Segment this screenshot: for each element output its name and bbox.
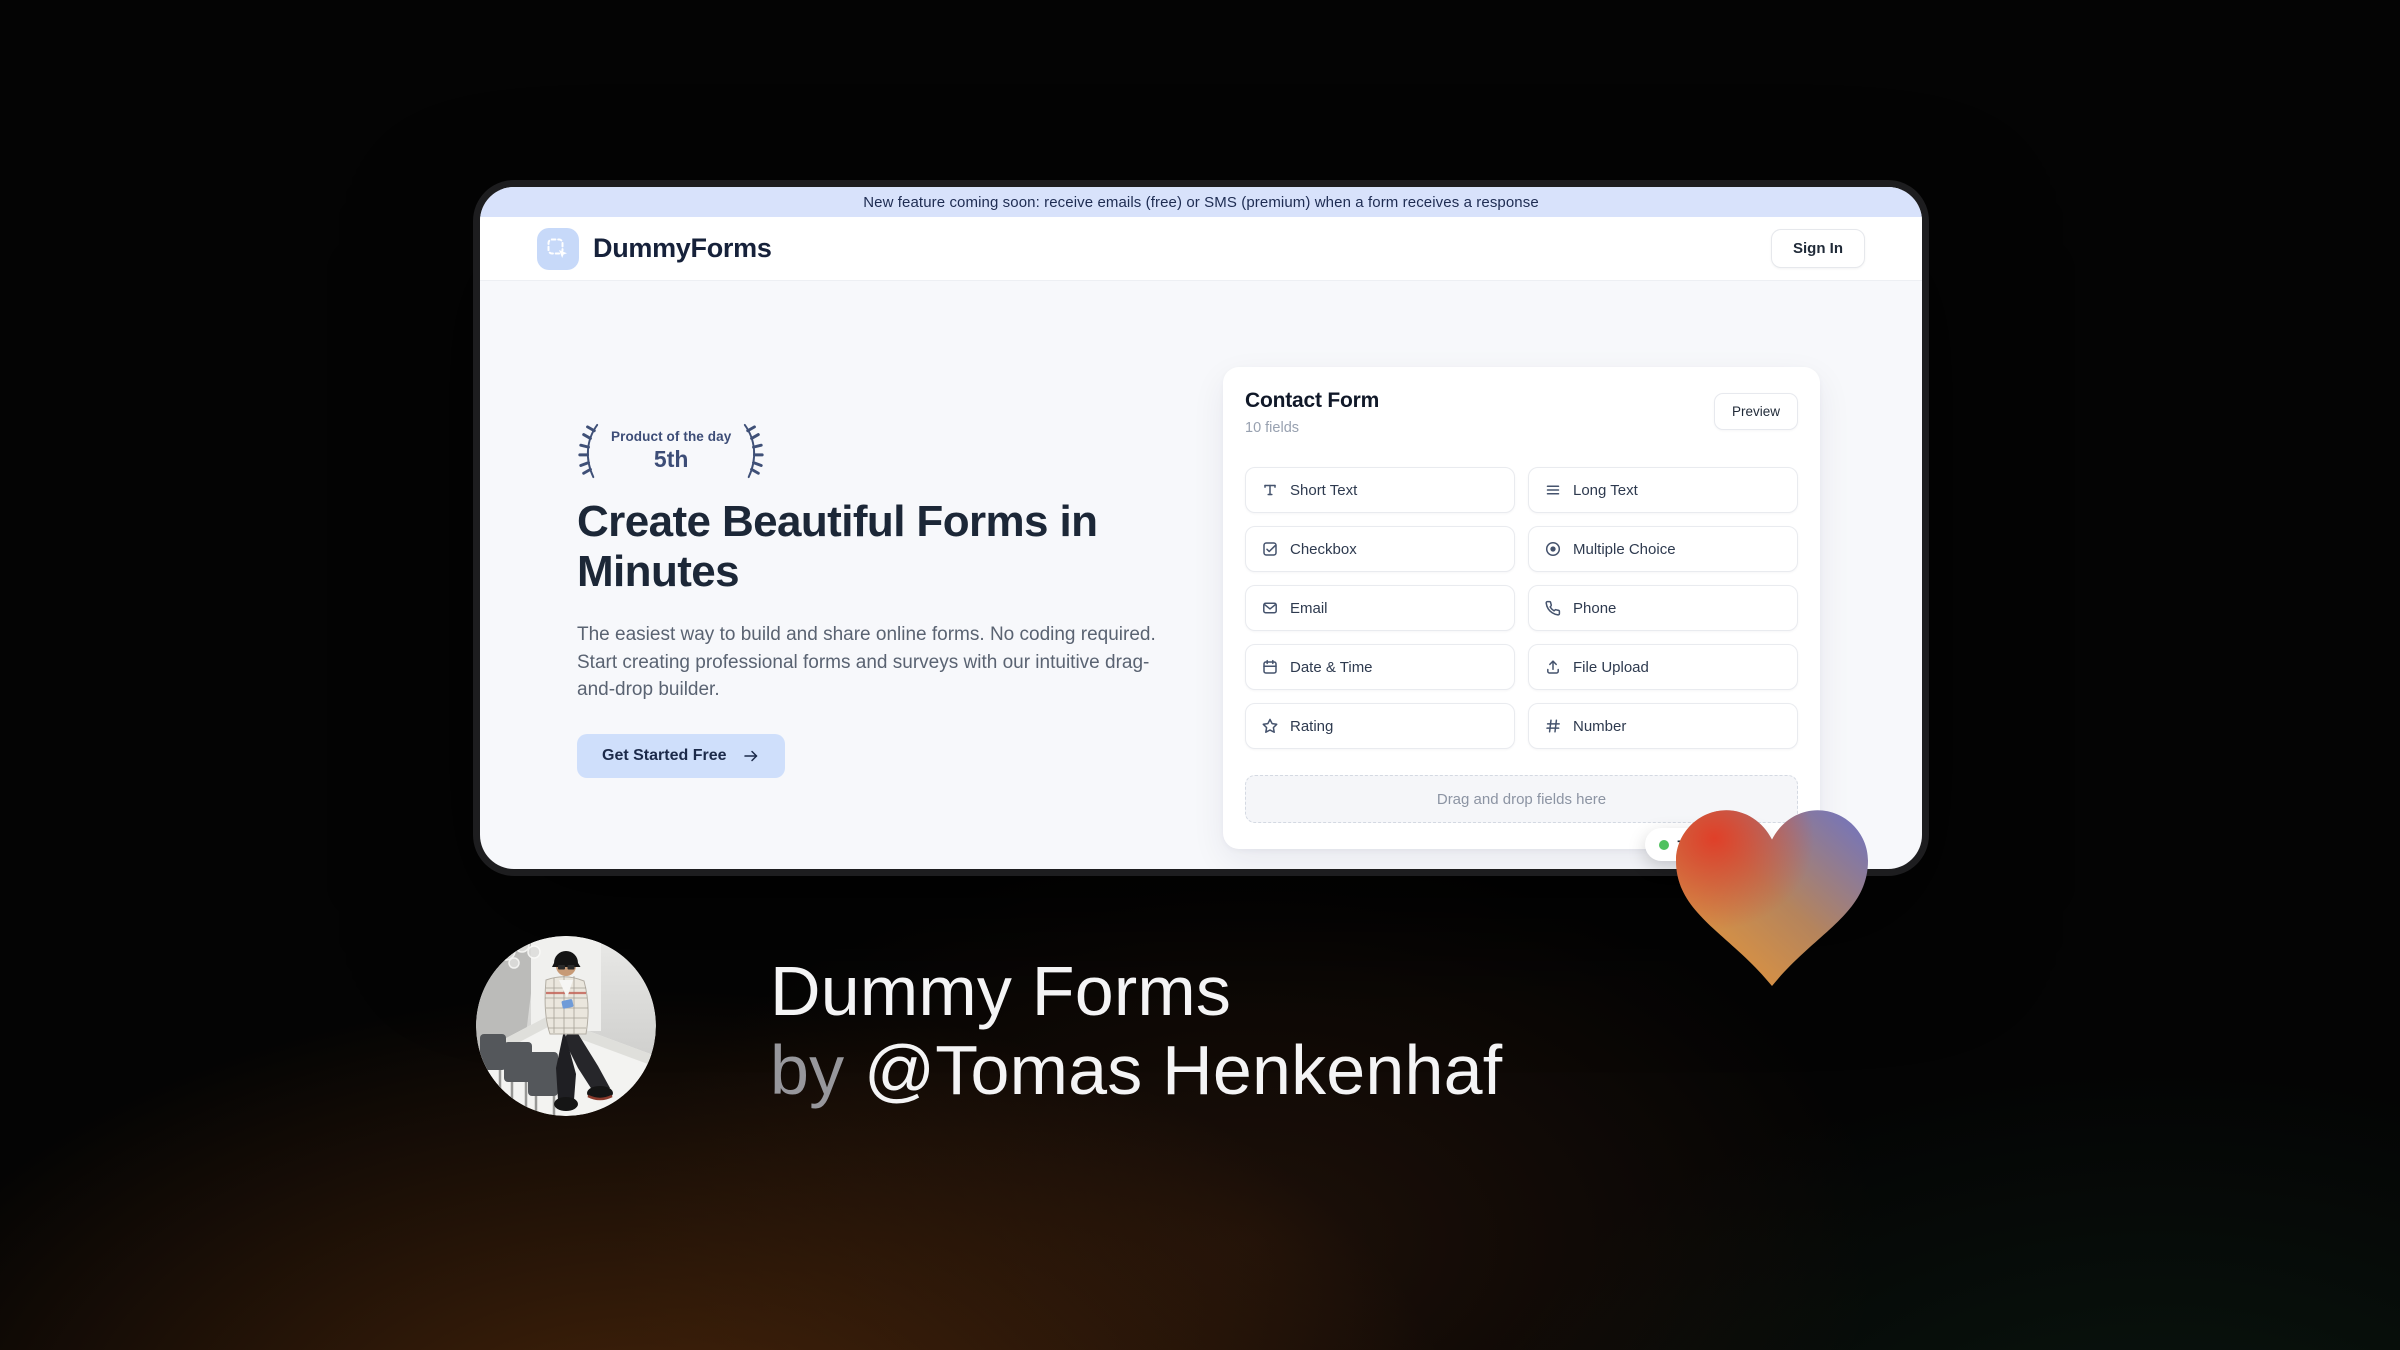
brand-name: DummyForms: [593, 233, 772, 263]
announcement-bar: New feature coming soon: receive emails …: [480, 187, 1922, 217]
laurel-right-icon: [744, 423, 764, 479]
field-short-text[interactable]: Short Text: [1245, 467, 1515, 513]
field-phone[interactable]: Phone: [1528, 585, 1798, 631]
dropzone-text: Drag and drop fields here: [1436, 790, 1607, 808]
field-label: Long Text: [1573, 481, 1638, 499]
field-rating[interactable]: Rating: [1245, 703, 1515, 749]
upload-icon: [1544, 658, 1562, 676]
page-background: New feature coming soon: receive emails …: [0, 0, 2400, 1350]
laurel-left-icon: [578, 423, 599, 479]
field-label: Rating: [1290, 717, 1334, 735]
multiple-choice-icon: [1544, 540, 1562, 558]
brand-logo[interactable]: DummyForms: [537, 227, 772, 270]
long-text-icon: [1544, 481, 1562, 499]
hero-description: The easiest way to build and share onlin…: [577, 624, 1156, 701]
field-multiple-choice[interactable]: Multiple Choice: [1528, 526, 1798, 572]
fields-grid: Short Text Long Text Checkbox Multiple C…: [1245, 467, 1798, 749]
caption-byline: by @Tomas Henkenhaf: [770, 1031, 1502, 1110]
status-dot: [1659, 839, 1669, 850]
field-long-text[interactable]: Long Text: [1528, 467, 1798, 513]
phone-icon: [1544, 599, 1562, 617]
field-label: Phone: [1573, 599, 1617, 617]
field-label: Checkbox: [1290, 540, 1357, 558]
field-label: Number: [1573, 717, 1627, 735]
author-avatar: [476, 936, 656, 1116]
field-date-time[interactable]: Date & Time: [1245, 644, 1515, 690]
field-label: Email: [1290, 599, 1328, 617]
hash-icon: [1544, 717, 1562, 735]
get-started-button[interactable]: Get Started Free: [577, 734, 786, 778]
gradient-heart-icon: [1676, 810, 1868, 986]
star-icon: [1261, 717, 1279, 735]
page-body: Product of the day 5th Create Beautiful …: [480, 281, 1922, 869]
preview-button[interactable]: Preview: [1713, 393, 1798, 430]
field-label: Short Text: [1290, 481, 1358, 499]
arrow-right-icon: [742, 747, 760, 765]
field-number[interactable]: Number: [1528, 703, 1798, 749]
award-badge: Product of the day 5th: [575, 422, 767, 480]
cursor-dashed-box-icon: [537, 227, 579, 270]
get-started-label: Get Started Free: [602, 747, 727, 764]
field-email[interactable]: Email: [1245, 585, 1515, 631]
field-checkbox[interactable]: Checkbox: [1245, 526, 1515, 572]
short-text-icon: [1261, 481, 1279, 499]
builder-card: Contact Form 10 fields Preview Short Tex…: [1223, 367, 1820, 849]
checkbox-icon: [1261, 540, 1279, 558]
site-header: DummyForms Sign In: [480, 217, 1922, 281]
sign-in-button[interactable]: Sign In: [1771, 229, 1865, 268]
calendar-icon: [1261, 658, 1279, 676]
field-label: Multiple Choice: [1573, 540, 1676, 558]
field-file-upload[interactable]: File Upload: [1528, 644, 1798, 690]
caption-title: Dummy Forms: [770, 952, 1232, 1030]
caption: Dummy Forms by @Tomas Henkenhaf: [770, 952, 1502, 1110]
browser-window: New feature coming soon: receive emails …: [480, 187, 1922, 869]
award-line1: Product of the day: [611, 429, 732, 444]
field-label: Date & Time: [1290, 658, 1373, 676]
field-label: File Upload: [1573, 658, 1649, 676]
email-icon: [1261, 599, 1279, 617]
award-line2: 5th: [653, 446, 689, 472]
byline-handle: @Tomas Henkenhaf: [863, 1031, 1503, 1109]
announcement-text: New feature coming soon: receive emails …: [863, 193, 1539, 211]
byline-prefix: by: [770, 1031, 864, 1109]
hero-headline: Create Beautiful Forms in Minutes: [577, 497, 1098, 597]
